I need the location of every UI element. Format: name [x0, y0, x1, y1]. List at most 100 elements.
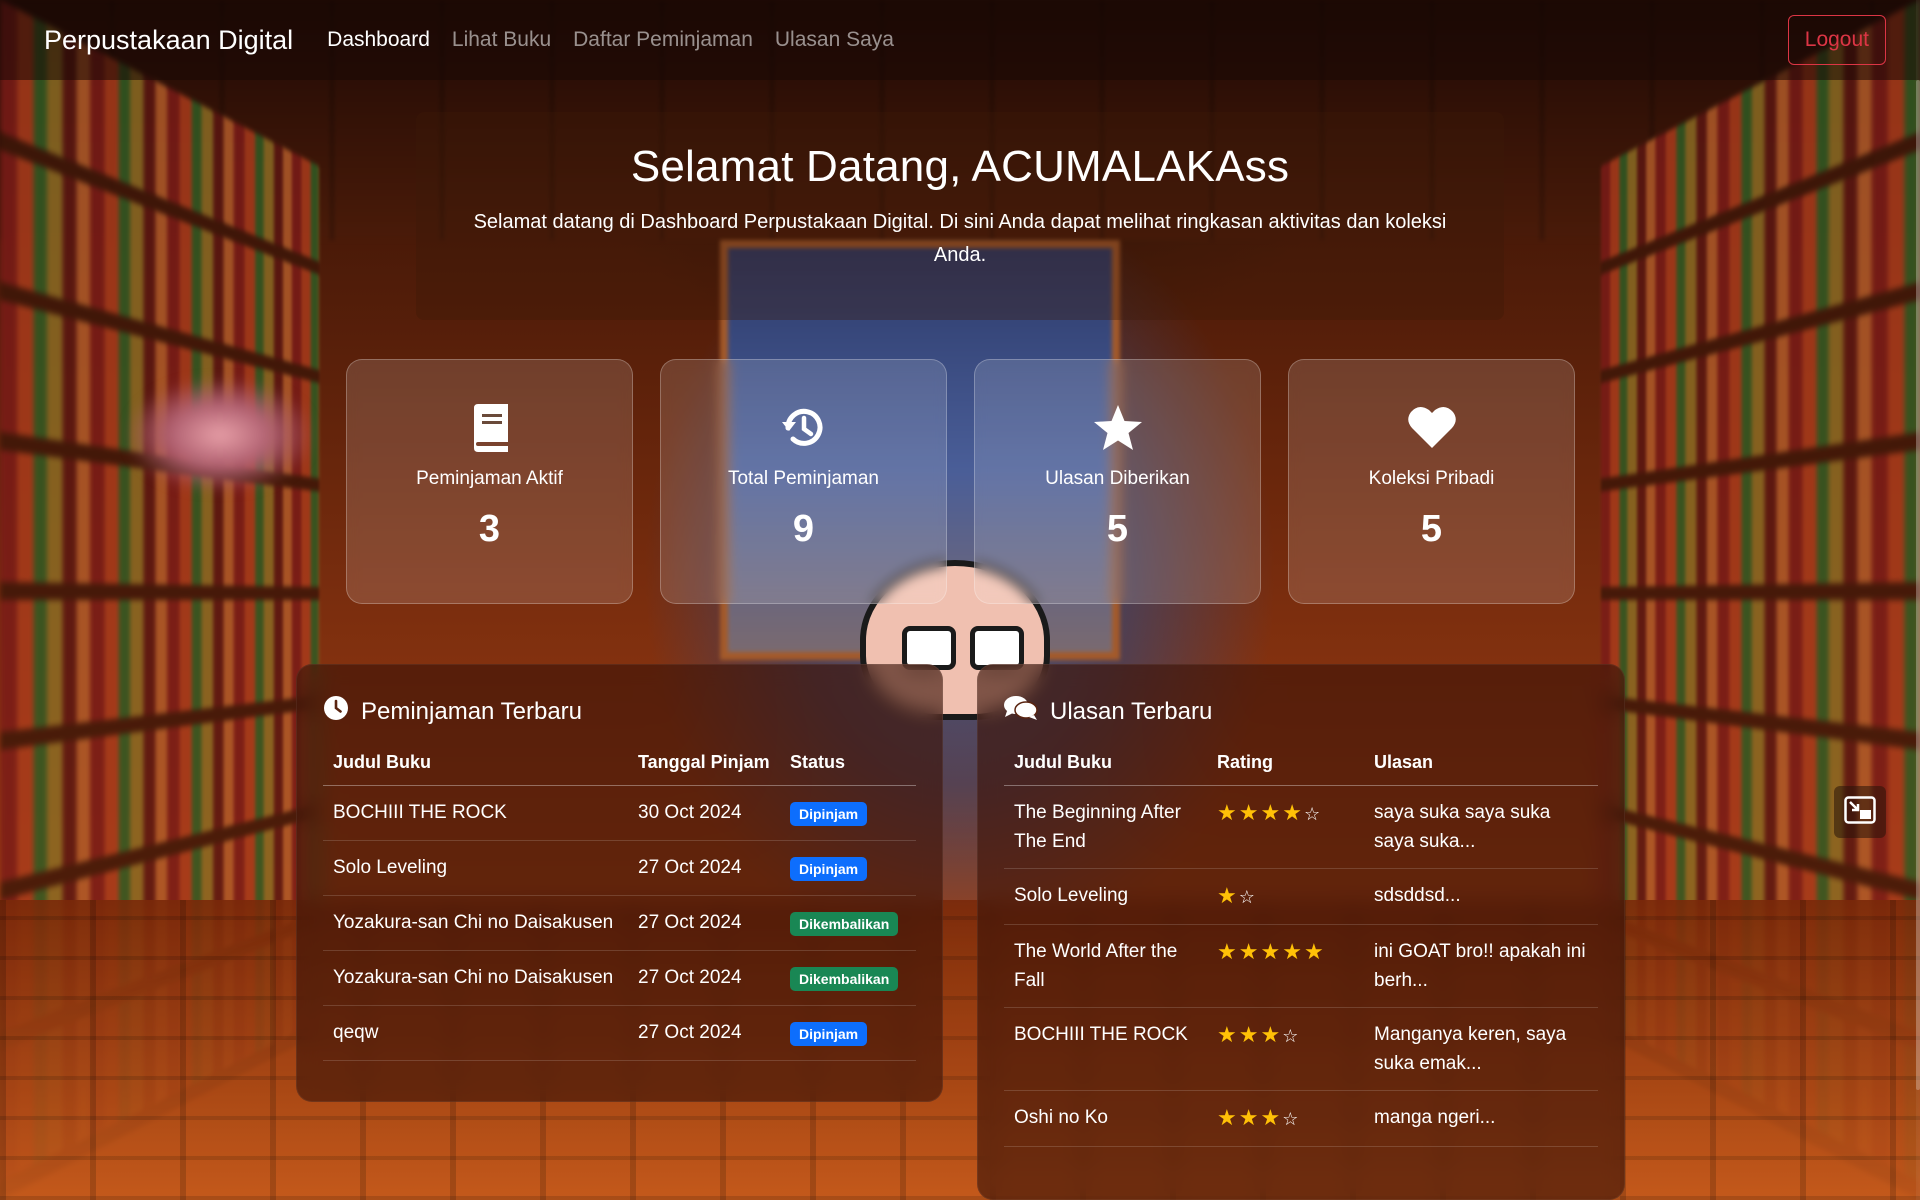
recent-loans-panel: Peminjaman Terbaru Judul Buku Tanggal Pi… — [296, 664, 943, 1102]
page-scrollbar-thumb[interactable] — [1916, 80, 1920, 1090]
comments-icon — [1004, 695, 1038, 728]
status-badge: Dikembalikan — [790, 967, 898, 991]
table-row: The Beginning After The End ★★★★☆ saya suk… — [1004, 786, 1598, 869]
status-badge: Dipinjam — [790, 1022, 867, 1046]
star-empty-icon: ☆ — [1239, 887, 1257, 907]
column-header-judul: Judul Buku — [1004, 752, 1207, 786]
welcome-hero: Selamat Datang, ACUMALAKAss Selamat data… — [416, 112, 1504, 320]
star-filled-icon: ★ — [1217, 883, 1239, 908]
stat-value: 9 — [661, 508, 946, 551]
loan-status-cell: Dikembalikan — [780, 951, 916, 1006]
star-empty-icon: ☆ — [1282, 1026, 1300, 1046]
table-row: BOCHIII THE ROCK 30 Oct 2024 Dipinjam — [323, 786, 916, 841]
stat-value: 5 — [1289, 508, 1574, 551]
star-icon — [975, 404, 1260, 454]
column-header-status: Status — [780, 752, 916, 786]
background-lamp-glow — [130, 380, 310, 490]
logout-button[interactable]: Logout — [1788, 15, 1886, 65]
rating-stars: ★★★★★ — [1217, 943, 1326, 964]
review-rating: ★★★★☆ — [1207, 786, 1364, 869]
star-filled-icon: ★ — [1260, 939, 1282, 964]
review-text: sdsddsd... — [1364, 869, 1598, 925]
column-header-judul: Judul Buku — [323, 752, 628, 786]
loan-date: 27 Oct 2024 — [628, 896, 780, 951]
stat-card-total-peminjaman: Total Peminjaman 9 — [660, 359, 947, 604]
table-header-row: Judul Buku Rating Ulasan — [1004, 752, 1598, 786]
heart-icon — [1289, 404, 1574, 454]
table-row: BOCHIII THE ROCK ★★★☆ Manganya keren, saya… — [1004, 1008, 1598, 1091]
recent-reviews-table: Judul Buku Rating Ulasan The Beginning A… — [1004, 752, 1598, 1147]
loan-status-cell: Dipinjam — [780, 1006, 916, 1061]
rating-stars: ★★★☆ — [1217, 1026, 1300, 1047]
review-book-title: The Beginning After The End — [1004, 786, 1207, 869]
review-rating: ★★★☆ — [1207, 1008, 1364, 1091]
stat-value: 5 — [975, 508, 1260, 551]
stat-label: Koleksi Pribadi — [1289, 468, 1574, 490]
stat-label: Ulasan Diberikan — [975, 468, 1260, 490]
status-badge: Dikembalikan — [790, 912, 898, 936]
stat-card-peminjaman-aktif: Peminjaman Aktif 3 — [346, 359, 633, 604]
status-badge: Dipinjam — [790, 857, 867, 881]
recent-reviews-header: Ulasan Terbaru — [1004, 695, 1598, 728]
recent-reviews-panel: Ulasan Terbaru Judul Buku Rating Ulasan … — [977, 664, 1625, 1200]
rating-stars: ★★★★☆ — [1217, 804, 1322, 825]
stat-card-koleksi-pribadi: Koleksi Pribadi 5 — [1288, 359, 1575, 604]
table-row: Yozakura-san Chi no Daisakusen 27 Oct 202… — [323, 896, 916, 951]
stat-value: 3 — [347, 508, 632, 551]
star-filled-icon: ★ — [1282, 939, 1304, 964]
recent-loans-title: Peminjaman Terbaru — [361, 698, 582, 726]
review-book-title: BOCHIII THE ROCK — [1004, 1008, 1207, 1091]
nav-link-dashboard[interactable]: Dashboard — [327, 28, 430, 52]
star-filled-icon: ★ — [1217, 800, 1239, 825]
welcome-subtitle: Selamat datang di Dashboard Perpustakaan… — [460, 206, 1460, 272]
star-filled-icon: ★ — [1260, 1022, 1282, 1047]
column-header-tanggal: Tanggal Pinjam — [628, 752, 780, 786]
loan-book-title: Yozakura-san Chi no Daisakusen — [323, 896, 628, 951]
minimize-window-icon — [1844, 796, 1876, 829]
table-row: The World After the Fall ★★★★★ ini GOAT br… — [1004, 925, 1598, 1008]
review-rating: ★☆ — [1207, 869, 1364, 925]
stat-card-ulasan-diberikan: Ulasan Diberikan 5 — [974, 359, 1261, 604]
rating-stars: ★☆ — [1217, 887, 1257, 908]
stat-label: Total Peminjaman — [661, 468, 946, 490]
clock-icon — [323, 695, 349, 728]
review-book-title: The World After the Fall — [1004, 925, 1207, 1008]
star-filled-icon: ★ — [1217, 939, 1239, 964]
table-row: Yozakura-san Chi no Daisakusen 27 Oct 202… — [323, 951, 916, 1006]
loan-book-title: BOCHIII THE ROCK — [323, 786, 628, 841]
nav-link-lihat-buku[interactable]: Lihat Buku — [452, 28, 551, 52]
review-text: manga ngeri... — [1364, 1091, 1598, 1147]
star-filled-icon: ★ — [1260, 1105, 1282, 1130]
stats-row: Peminjaman Aktif 3 Total Peminjaman 9 Ul… — [346, 359, 1575, 604]
star-filled-icon: ★ — [1260, 800, 1282, 825]
recent-loans-header: Peminjaman Terbaru — [323, 695, 916, 728]
nav-links: Dashboard Lihat Buku Daftar Peminjaman U… — [327, 28, 894, 52]
star-filled-icon: ★ — [1239, 800, 1261, 825]
exit-fullscreen-button[interactable] — [1834, 786, 1886, 838]
review-rating: ★★★★★ — [1207, 925, 1364, 1008]
table-header-row: Judul Buku Tanggal Pinjam Status — [323, 752, 916, 786]
review-text: Manganya keren, saya suka emak... — [1364, 1008, 1598, 1091]
background-floor — [0, 900, 1920, 1200]
loan-date: 30 Oct 2024 — [628, 786, 780, 841]
history-icon — [661, 404, 946, 454]
loan-date: 27 Oct 2024 — [628, 841, 780, 896]
brand-title[interactable]: Perpustakaan Digital — [44, 25, 293, 56]
loan-status-cell: Dipinjam — [780, 786, 916, 841]
recent-loans-table: Judul Buku Tanggal Pinjam Status BOCHIII… — [323, 752, 916, 1061]
loan-date: 27 Oct 2024 — [628, 951, 780, 1006]
book-icon — [347, 404, 632, 454]
table-row: qeqw 27 Oct 2024 Dipinjam — [323, 1006, 916, 1061]
loan-book-title: Solo Leveling — [323, 841, 628, 896]
star-empty-icon: ☆ — [1304, 804, 1322, 824]
nav-link-daftar-peminjaman[interactable]: Daftar Peminjaman — [573, 28, 753, 52]
star-filled-icon: ★ — [1217, 1022, 1239, 1047]
review-book-title: Oshi no Ko — [1004, 1091, 1207, 1147]
star-filled-icon: ★ — [1239, 1022, 1261, 1047]
column-header-rating: Rating — [1207, 752, 1364, 786]
status-badge: Dipinjam — [790, 802, 867, 826]
nav-link-ulasan-saya[interactable]: Ulasan Saya — [775, 28, 894, 52]
star-filled-icon: ★ — [1304, 939, 1326, 964]
loan-book-title: Yozakura-san Chi no Daisakusen — [323, 951, 628, 1006]
loan-book-title: qeqw — [323, 1006, 628, 1061]
